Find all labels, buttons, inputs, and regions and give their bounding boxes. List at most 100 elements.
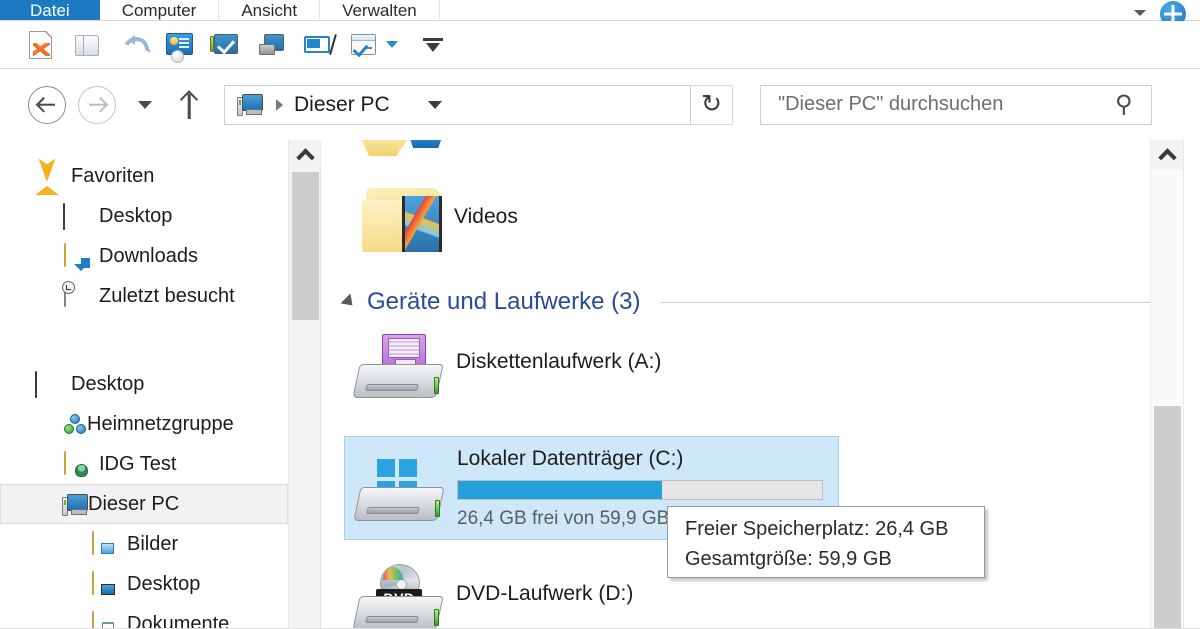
address-breadcrumb-box[interactable]: Dieser PC [224,84,691,125]
refresh-icon: ↻ [701,90,722,118]
sidebar-item-heimnetzgruppe-label: Heimnetzgruppe [87,412,234,435]
sidebar-item-zuletzt-besucht[interactable]: Zuletzt besucht [0,276,288,316]
sidebar-item-dokumente[interactable]: Dokumente [0,604,288,629]
address-dropdown-icon[interactable] [427,100,442,109]
sidebar-item-desktop-pc[interactable]: Desktop [0,564,288,604]
ribbon-tab-bar: Datei Computer Ansicht Verwalten [0,0,1200,27]
sidebar-item-bilder[interactable]: Bilder [0,524,288,564]
list-item-diskettenlaufwerk-a-label: Diskettenlaufwerk (A:) [456,350,662,373]
scrollbar-thumb[interactable] [292,172,319,320]
desktop-icon [34,371,60,396]
history-dropdown-icon[interactable] [138,100,152,109]
list-item-videos[interactable]: Videos [344,178,764,256]
forward-button[interactable] [78,85,116,124]
floppy-drive-icon [352,334,448,400]
downloads-folder-icon [62,243,88,271]
up-one-level-button[interactable] [176,90,202,120]
group-header-geraete-und-laufwerke[interactable]: Geräte und Laufwerke (3) [340,288,1150,316]
sidebar-item-idg-test-label: IDG Test [99,452,177,475]
tooltip-free-space: Freier Speicherplatz: 26,4 GB [685,518,949,540]
tab-verwalten[interactable]: Verwalten [320,0,440,20]
tab-verwalten-label: Verwalten [342,1,417,20]
pictures-folder-icon [90,531,116,556]
sidebar-group-favoriten-label: Favoriten [71,164,155,187]
desktop-folder-icon [90,571,116,596]
chevron-down-icon[interactable] [1134,10,1146,16]
options-window-icon[interactable] [348,30,378,60]
sidebar-item-bilder-label: Bilder [127,532,179,555]
chevron-right-icon[interactable] [276,98,283,111]
undo-icon[interactable] [118,30,148,60]
sidebar-item-zuletzt-besucht-label: Zuletzt besucht [99,284,235,307]
disk-usage-meter [457,480,823,500]
folder-icon-clipped [360,140,444,156]
navigation-pane-scrollbar[interactable] [288,140,322,629]
sidebar-group-desktop[interactable]: Desktop [0,364,288,404]
search-box[interactable]: "Dieser PC" durchsuchen ⚲ [760,84,1152,125]
back-button[interactable] [28,85,66,124]
quick-access-toolbar [0,21,1200,69]
videos-folder-icon [362,180,450,254]
sidebar-item-downloads-label: Downloads [99,244,198,267]
windows-drive-icon [353,457,449,523]
disk-usage-meter-fill [458,481,662,499]
search-input[interactable]: "Dieser PC" durchsuchen [778,93,1115,116]
scroll-up-button[interactable] [1151,140,1184,170]
homegroup-icon [64,413,87,436]
sidebar-item-idg-test[interactable]: IDG Test [0,444,288,484]
desktop-icon [62,203,88,228]
group-header-rule [660,301,1150,303]
refresh-button[interactable]: ↻ [691,84,733,125]
chevron-up-icon [1158,148,1177,167]
sidebar-item-desktop-fav-label: Desktop [99,204,173,227]
forward-arrow-icon [89,103,105,106]
dvd-drive-icon: DVD [352,564,448,629]
sidebar-item-desktop-fav[interactable]: Desktop [0,196,288,236]
chevron-up-icon [296,148,315,167]
list-item-videos-label: Videos [454,205,518,228]
scroll-up-button[interactable] [289,140,322,170]
back-arrow-icon [39,103,55,106]
recent-places-icon [62,283,88,308]
network-pc-icon[interactable] [256,30,286,60]
disk-space-tooltip: Freier Speicherplatz: 26,4 GB Gesamtgröß… [667,506,985,578]
sidebar-item-dieser-pc[interactable]: Dieser PC [0,484,288,524]
window-right-edge [1183,140,1200,629]
sidebar-item-desktop-pc-label: Desktop [127,572,201,595]
scrollbar-thumb[interactable] [1154,406,1181,629]
file-list-scrollbar[interactable] [1150,140,1184,629]
navigation-pane[interactable]: Favoriten Desktop Downloads Zuletzt besu… [0,140,288,629]
rename-icon[interactable] [302,30,332,60]
tab-datei[interactable]: Datei [0,0,100,20]
list-item-diskettenlaufwerk-a[interactable]: Diskettenlaufwerk (A:) [344,328,839,404]
sidebar-group-desktop-label: Desktop [71,372,145,395]
tab-computer-label: Computer [121,1,197,20]
sidebar-item-dieser-pc-label: Dieser PC [88,492,180,515]
qat-dropdown-icon[interactable] [386,41,398,48]
this-pc-icon [237,93,263,116]
tab-computer[interactable]: Computer [100,0,220,20]
sidebar-group-favoriten[interactable]: Favoriten [0,156,288,196]
search-icon[interactable]: ⚲ [1115,90,1133,119]
sidebar-item-heimnetzgruppe[interactable]: Heimnetzgruppe [0,404,288,444]
collapse-ribbon-icon[interactable] [422,34,444,56]
triangle-collapse-icon[interactable] [340,293,358,311]
ribbon-right-controls [1134,0,1194,27]
tab-ansicht-label: Ansicht [241,1,298,20]
list-item-dvd-laufwerk-d-label: DVD-Laufwerk (D:) [456,582,634,605]
group-header-label: Geräte und Laufwerke (3) [367,288,641,315]
new-document-icon[interactable] [26,30,56,60]
this-pc-icon [62,493,88,516]
properties-icon[interactable] [164,30,194,63]
new-folder-icon[interactable] [72,30,102,60]
tooltip-total-size: Gesamtgröße: 59,9 GB [685,548,892,570]
system-check-icon[interactable] [210,30,240,60]
sidebar-item-dokumente-label: Dokumente [127,612,230,629]
breadcrumb-path-label[interactable]: Dieser PC [294,93,390,117]
sidebar-item-downloads[interactable]: Downloads [0,236,288,276]
tab-ansicht[interactable]: Ansicht [219,0,321,20]
file-explorer-window: Datei Computer Ansicht Verwalten Dieser … [0,0,1200,629]
documents-folder-icon [90,611,116,629]
star-icon [34,164,60,195]
user-folder-icon [62,451,88,477]
